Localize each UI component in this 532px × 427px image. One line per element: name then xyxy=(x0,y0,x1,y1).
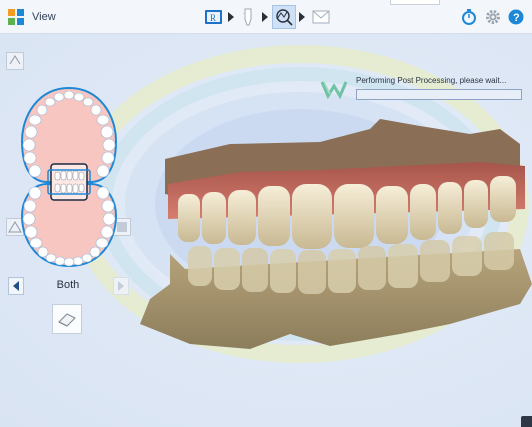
view-model-icon xyxy=(276,9,293,26)
triangle-left-icon xyxy=(13,281,19,291)
jaw-selection-label: Both xyxy=(56,279,80,291)
eraser-tool-button[interactable] xyxy=(52,304,82,334)
workflow-step-rx[interactable]: R xyxy=(203,5,225,29)
help-icon[interactable]: ? xyxy=(508,9,524,25)
app-logo-icon[interactable] xyxy=(8,9,24,25)
processing-progress-bar xyxy=(356,89,522,100)
side-panel-handle[interactable] xyxy=(521,416,532,427)
svg-text:?: ? xyxy=(513,12,520,24)
svg-text:R: R xyxy=(210,13,216,23)
processing-status-text: Performing Post Processing, please wait.… xyxy=(356,76,507,85)
upper-jaw-toggle-icon[interactable] xyxy=(6,52,24,70)
workflow-step-send[interactable] xyxy=(310,5,332,29)
page-title: View xyxy=(32,11,56,23)
scanner-icon xyxy=(243,8,252,26)
next-jaw-button[interactable] xyxy=(113,277,129,295)
workflow-step-scan[interactable] xyxy=(238,5,258,29)
rx-icon: R xyxy=(205,10,222,24)
gear-icon[interactable] xyxy=(485,9,501,25)
timer-icon[interactable] xyxy=(461,9,477,25)
envelope-icon xyxy=(312,10,330,24)
top-toolbar: View R ? xyxy=(0,0,532,34)
triangle-right-icon xyxy=(118,281,124,291)
previous-jaw-button[interactable] xyxy=(8,277,24,295)
dental-arch-icon[interactable] xyxy=(18,86,120,268)
window-tab-strip xyxy=(390,0,440,5)
workflow-arrow-3 xyxy=(299,12,305,22)
workflow-step-view[interactable] xyxy=(272,5,296,29)
workflow-arrow-2 xyxy=(262,12,268,22)
processing-logo-icon xyxy=(320,81,348,100)
workflow-arrow-1 xyxy=(228,12,234,22)
eraser-icon xyxy=(58,313,76,327)
3d-viewport[interactable]: Both Performing Post Processing, please … xyxy=(0,34,532,427)
